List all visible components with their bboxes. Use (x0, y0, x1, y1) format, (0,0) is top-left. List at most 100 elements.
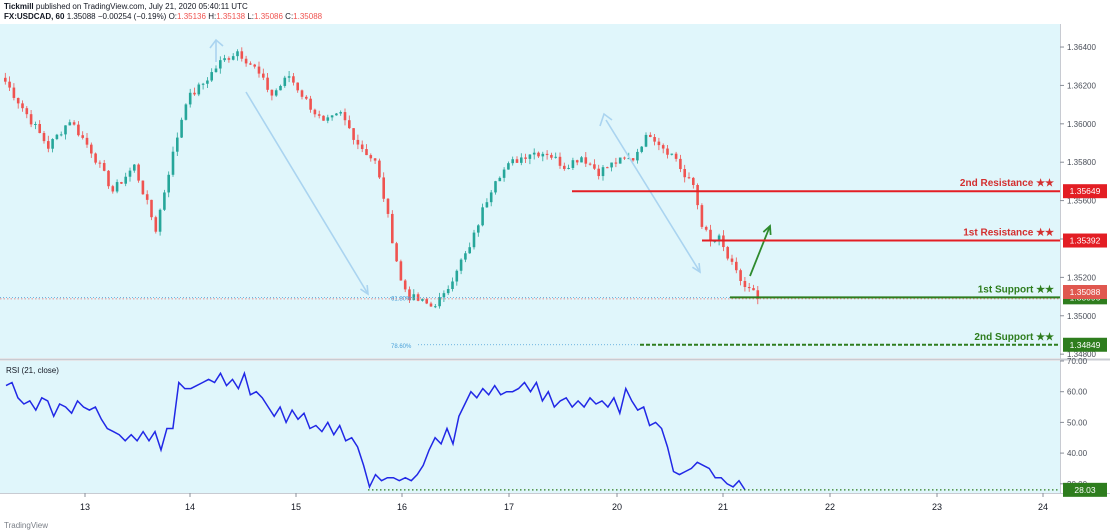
candle-body (485, 202, 489, 208)
candle-body (150, 199, 153, 218)
candle-body (373, 158, 377, 161)
candle-body (451, 281, 454, 290)
candle-body (55, 134, 59, 140)
candle-body (257, 66, 261, 74)
candle-body (141, 180, 145, 195)
candle-body (640, 146, 643, 152)
rsi-tick-label: 70.00 (1067, 357, 1088, 366)
candle-body (653, 137, 656, 142)
candle-body (369, 155, 373, 159)
candle-body (339, 112, 342, 114)
candle-body (356, 139, 360, 145)
fib-label: 78.60% (391, 344, 412, 350)
candle-body (425, 299, 428, 304)
candle-body (541, 153, 545, 157)
candle-body (197, 84, 201, 95)
candle-body (176, 137, 179, 152)
time-tick-label: 23 (932, 502, 942, 512)
candle-body (537, 152, 540, 157)
candle-body (735, 261, 738, 271)
candle-body (283, 77, 287, 86)
time-axis[interactable]: 13 14 15 16 17 20 21 22 23 24 (80, 493, 1048, 512)
candle-body (618, 157, 622, 164)
time-tick-label: 14 (185, 502, 195, 512)
candle-body (300, 90, 304, 97)
candle-body (558, 156, 562, 166)
current-price-label: 1.35088 (1070, 287, 1101, 297)
candle-body (507, 163, 510, 170)
candle-body (455, 270, 459, 282)
resistance-label: 1st Resistance ★★ (963, 228, 1054, 239)
chart-canvas[interactable]: 1.364001.362001.360001.358001.356001.354… (0, 0, 1110, 530)
time-tick-label: 13 (80, 502, 90, 512)
candle-body (309, 98, 312, 110)
candle-body (580, 157, 583, 163)
candle-body (133, 164, 136, 171)
candle-body (730, 258, 734, 262)
candle-body (270, 89, 274, 96)
candle-body (330, 115, 334, 118)
candle-body (240, 51, 244, 59)
candle-body (236, 51, 239, 57)
candle-body (64, 125, 67, 135)
rsi-title: RSI (21, close) (6, 366, 59, 375)
candle-body (313, 109, 317, 115)
rsi-pane-background (0, 361, 1060, 493)
candle-body (597, 168, 600, 177)
rsi-value-label: 28.03 (1074, 485, 1096, 495)
candle-body (348, 120, 351, 129)
price-tick-label: 1.35200 (1067, 273, 1096, 282)
candle-body (102, 163, 106, 171)
candle-body (365, 149, 368, 156)
candle-body (128, 170, 132, 177)
candle-body (657, 141, 661, 146)
candle-body (520, 157, 523, 163)
rsi-tick-label: 50.00 (1067, 418, 1088, 427)
candle-body (188, 92, 192, 105)
candle-body (85, 137, 89, 145)
candle-body (429, 303, 433, 307)
candle-body (34, 123, 37, 125)
candle-body (16, 97, 20, 104)
time-tick-label: 17 (504, 502, 514, 512)
candle-body (421, 299, 424, 301)
rsi-tick-label: 40.00 (1067, 449, 1088, 458)
candle-body (631, 158, 635, 161)
candle-body (171, 151, 175, 175)
price-tick-label: 1.35000 (1067, 312, 1096, 321)
time-tick-label: 22 (825, 502, 835, 512)
candle-body (94, 153, 97, 163)
candle-body (219, 60, 222, 69)
candle-body (90, 144, 93, 154)
candle-body (107, 170, 110, 187)
tradingview-logo[interactable]: TradingView (4, 521, 48, 530)
candle-body (726, 247, 729, 259)
candle-body (459, 259, 463, 271)
support-label: 2nd Support ★★ (974, 332, 1054, 343)
candle-body (214, 68, 218, 73)
candle-body (386, 198, 390, 214)
candle-body (515, 159, 519, 163)
candle-body (489, 192, 493, 203)
candle-body (292, 76, 295, 83)
candle-body (158, 209, 162, 232)
candle-body (201, 83, 205, 85)
candle-body (606, 167, 609, 169)
candle-body (575, 160, 579, 163)
candle-body (210, 72, 213, 81)
candle-body (395, 243, 398, 262)
price-tick-label: 1.36000 (1067, 120, 1096, 129)
candle-body (644, 134, 648, 147)
candle-body (231, 56, 235, 60)
candle-body (249, 63, 252, 65)
candle-body (167, 174, 170, 193)
candle-body (77, 124, 80, 136)
candle-body (124, 176, 127, 184)
candle-body (532, 152, 536, 155)
candle-body (120, 182, 123, 184)
candle-body (266, 77, 269, 90)
candle-body (399, 261, 403, 281)
time-tick-label: 20 (612, 502, 622, 512)
candle-body (184, 104, 188, 120)
candle-body (244, 58, 248, 64)
